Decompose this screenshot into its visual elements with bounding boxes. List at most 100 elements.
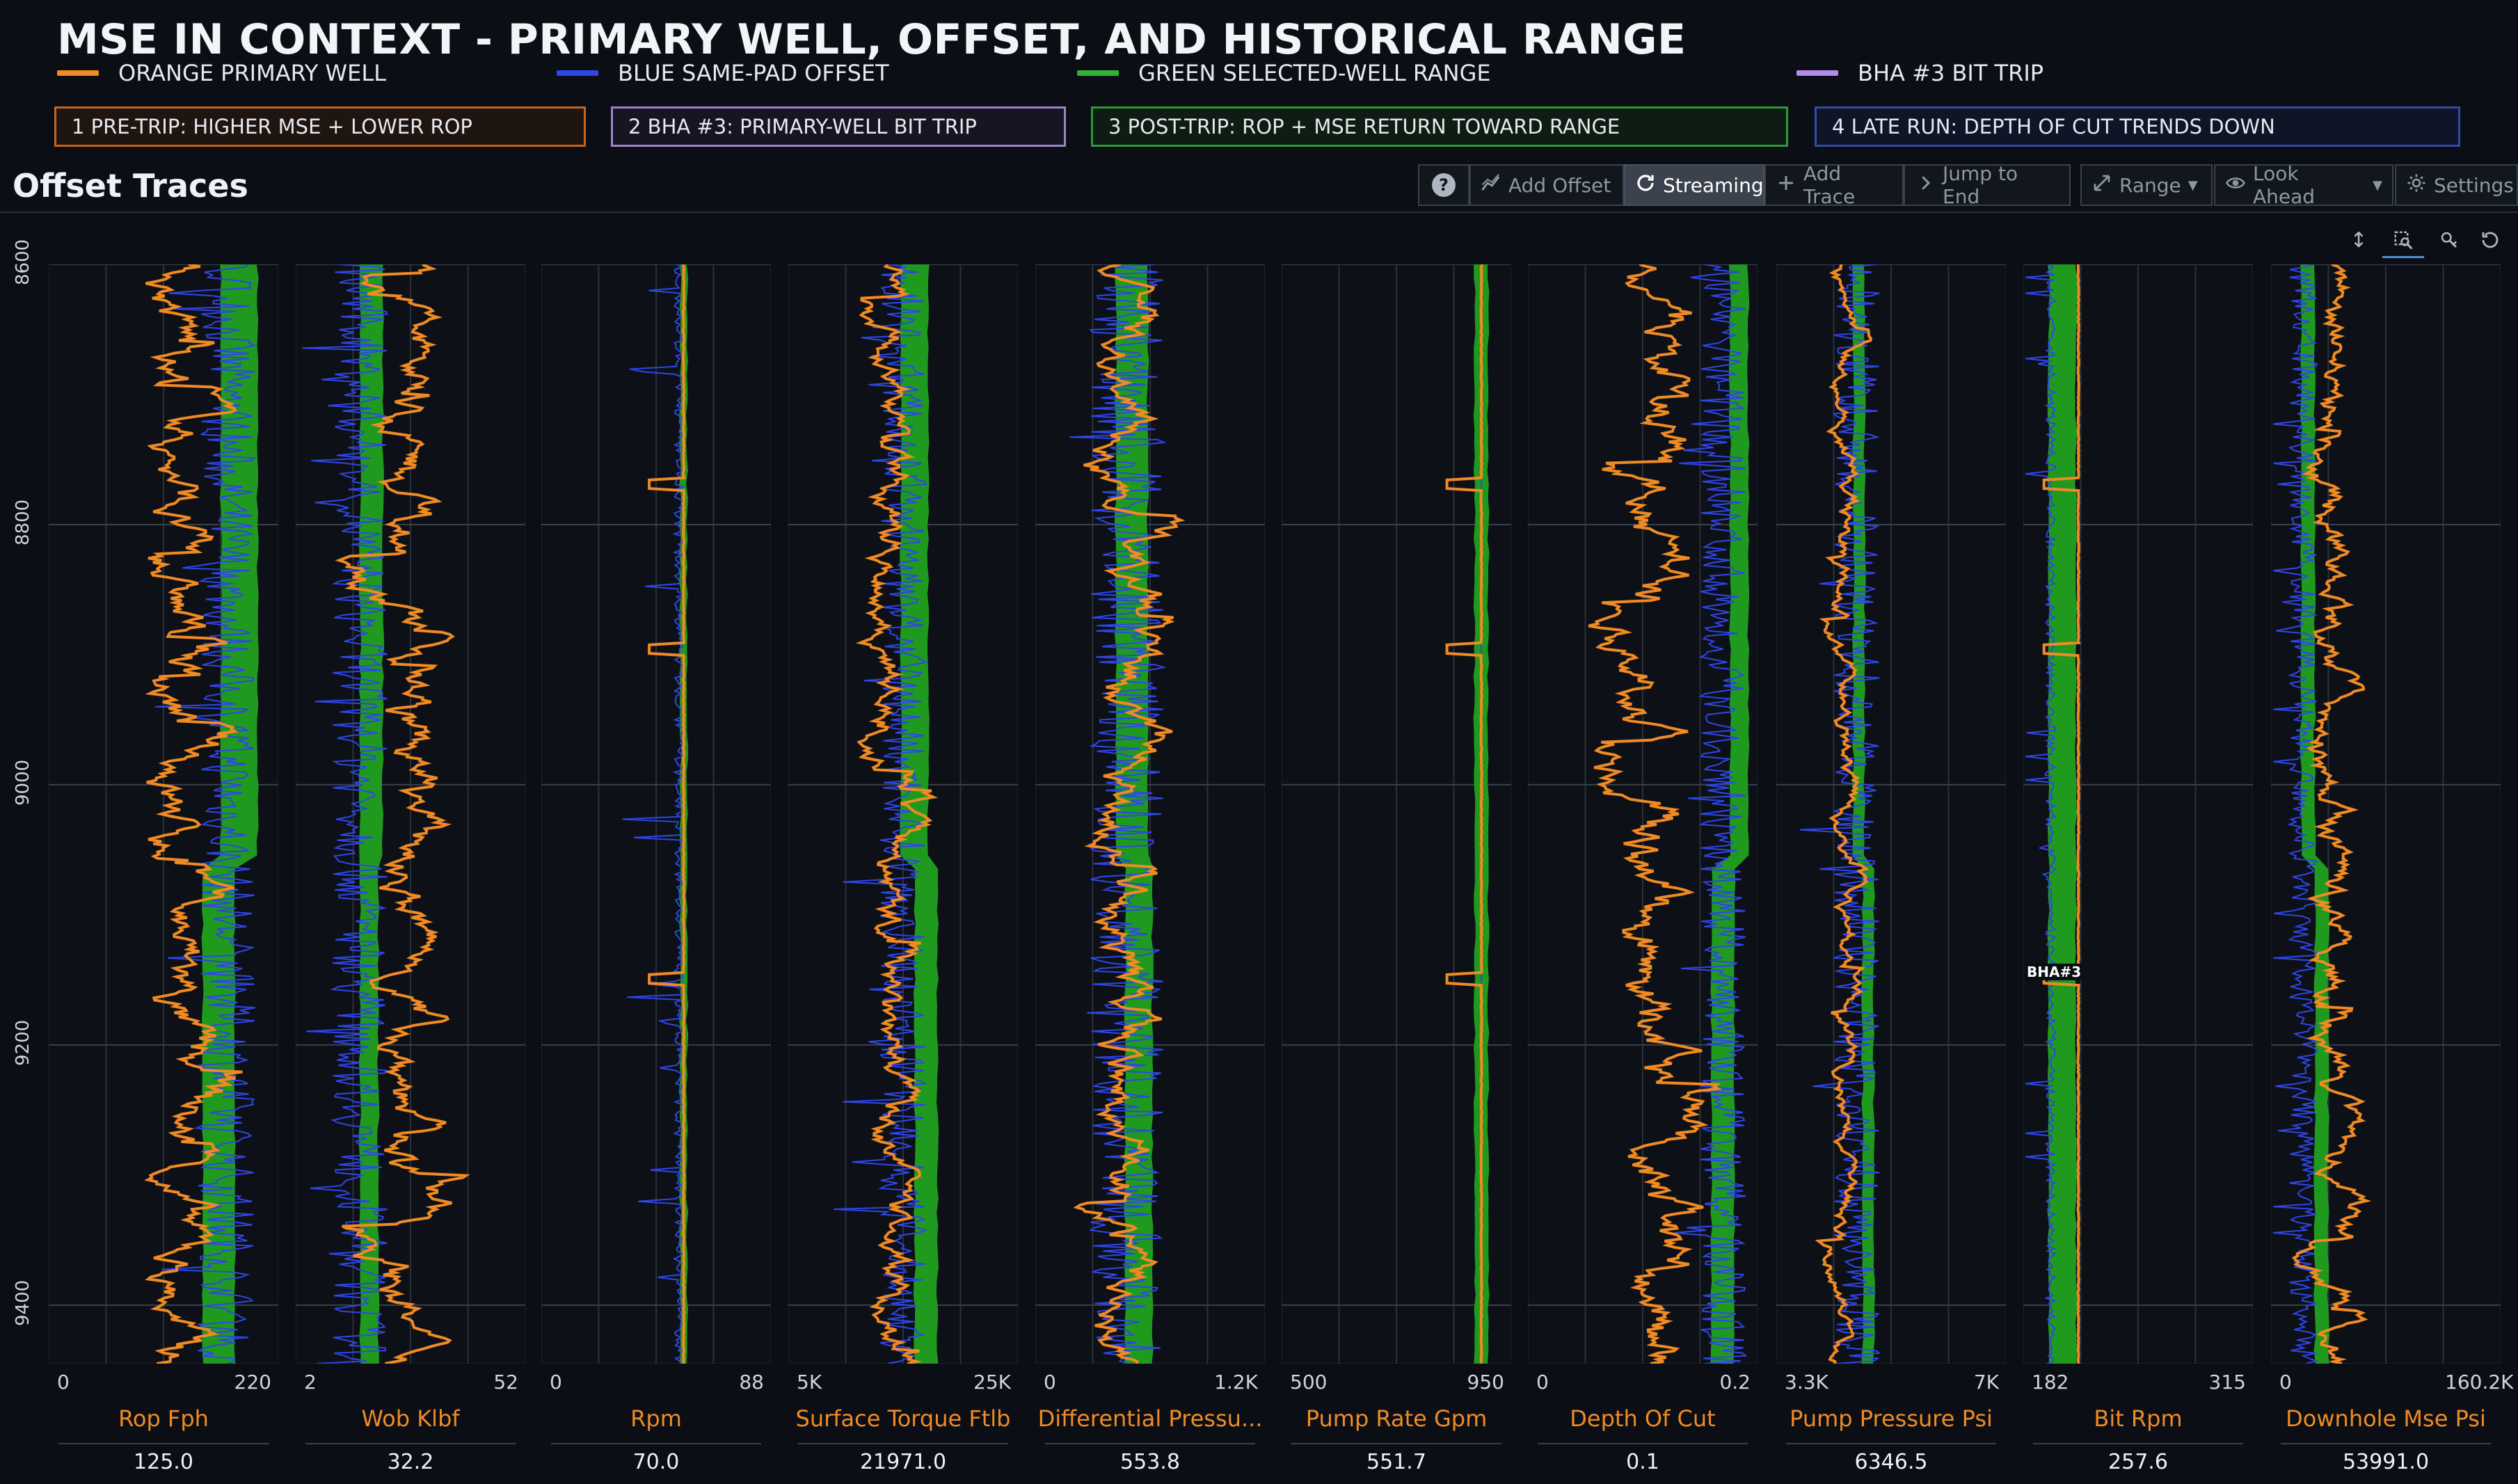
step-callouts: 1 PRE-TRIP: HIGHER MSE + LOWER ROP 2 BHA… — [0, 106, 2518, 148]
trace-plot[interactable] — [1776, 264, 2006, 1364]
track-underline — [305, 1443, 516, 1444]
trace-track[interactable] — [49, 264, 278, 1364]
depth-tick-label: 9400 — [13, 1279, 33, 1326]
track-label[interactable]: Pump Pressure Psi — [1776, 1405, 2006, 1432]
add-offset-label: Add Offset — [1508, 173, 1611, 197]
trace-track[interactable] — [1035, 264, 1265, 1364]
scale-min: 0 — [550, 1371, 562, 1394]
trace-track[interactable] — [296, 264, 525, 1364]
track-underline — [1045, 1443, 1255, 1444]
settings-button[interactable]: Settings — [2395, 164, 2518, 206]
eye-icon — [2225, 173, 2246, 198]
scale-min: 500 — [1290, 1371, 1328, 1394]
scale-min: 0 — [1536, 1371, 1549, 1394]
caret-down-icon: ▼ — [2188, 177, 2198, 193]
trace-track[interactable] — [1282, 264, 1511, 1364]
legend-item-primary: ORANGE PRIMARY WELL — [57, 60, 386, 86]
chevron-right-icon — [1915, 173, 1936, 198]
scale-max: 7K — [1973, 1371, 1999, 1394]
track-underline — [551, 1443, 761, 1444]
track-current-value: 551.7 — [1366, 1450, 1426, 1474]
track-label[interactable]: Wob Klbf — [296, 1405, 525, 1432]
streaming-label: Streaming — [1663, 173, 1764, 197]
vertical-resize-icon[interactable]: ↕ — [2343, 224, 2374, 256]
track-label[interactable]: Pump Rate Gpm — [1282, 1405, 1511, 1432]
legend-item-offset: BLUE SAME-PAD OFFSET — [557, 60, 889, 86]
trace-track[interactable] — [541, 264, 771, 1364]
track-current-value: 70.0 — [632, 1450, 680, 1474]
scale-min: 3.3K — [1785, 1371, 1828, 1394]
zoom-region-icon[interactable] — [2382, 224, 2424, 258]
depth-axis: 8600 8800 9000 9200 9400 — [0, 239, 49, 1364]
trace-plot[interactable] — [1282, 264, 1511, 1364]
depth-tick-label: 8600 — [13, 239, 33, 285]
plus-icon — [1776, 173, 1796, 198]
legend-swatch-orange — [57, 70, 99, 76]
track-label[interactable]: Rpm — [541, 1405, 771, 1432]
legend-label: BHA #3 BIT TRIP — [1858, 60, 2044, 86]
track-label[interactable]: Differential Pressu... — [1035, 1405, 1265, 1432]
depth-tick-label: 9200 — [13, 1019, 33, 1066]
step-label: 3 POST-TRIP: ROP + MSE RETURN TOWARD RAN… — [1108, 115, 1620, 138]
legend: ORANGE PRIMARY WELL BLUE SAME-PAD OFFSET… — [0, 60, 2518, 88]
trace-plot[interactable] — [541, 264, 771, 1364]
track-current-value: 6346.5 — [1854, 1450, 1928, 1474]
step-3-callout: 3 POST-TRIP: ROP + MSE RETURN TOWARD RAN… — [1091, 106, 1788, 147]
help-button[interactable]: ? — [1418, 164, 1469, 206]
legend-item-bha: BHA #3 BIT TRIP — [1796, 60, 2043, 86]
help-icon: ? — [1432, 173, 1456, 197]
reset-icon[interactable] — [2473, 224, 2508, 256]
track-underline — [2033, 1443, 2243, 1444]
trace-track[interactable] — [1776, 264, 2006, 1364]
jump-to-end-button[interactable]: Jump to End — [1904, 162, 2071, 208]
add-trace-button[interactable]: Add Trace — [1764, 162, 1904, 208]
legend-label: ORANGE PRIMARY WELL — [118, 60, 387, 86]
trace-plot[interactable] — [2271, 264, 2501, 1364]
scale-max: 25K — [973, 1371, 1011, 1394]
track-underline — [798, 1443, 1008, 1444]
look-ahead-dropdown[interactable]: Look Ahead ▼ — [2214, 162, 2393, 208]
trace-track[interactable]: BHA#3 — [2023, 264, 2253, 1364]
step-2-callout: 2 BHA #3: PRIMARY-WELL BIT TRIP — [611, 106, 1066, 147]
track-area: 8600 8800 9000 9200 9400 BHA#3 — [0, 239, 2518, 1364]
step-label: 4 LATE RUN: DEPTH OF CUT TRENDS DOWN — [1832, 115, 2275, 138]
trace-track[interactable] — [2271, 264, 2501, 1364]
trace-plot[interactable] — [1035, 264, 1265, 1364]
step-4-callout: 4 LATE RUN: DEPTH OF CUT TRENDS DOWN — [1815, 106, 2460, 147]
track-current-value: 0.1 — [1626, 1450, 1659, 1474]
scale-max: 315 — [2208, 1371, 2246, 1394]
track-label[interactable]: Surface Torque Ftlb — [788, 1405, 1018, 1432]
track-label[interactable]: Rop Fph — [49, 1405, 278, 1432]
step-label: 1 PRE-TRIP: HIGHER MSE + LOWER ROP — [72, 115, 472, 138]
legend-label: GREEN SELECTED-WELL RANGE — [1138, 60, 1491, 86]
bha-trip-marker[interactable]: BHA#3 — [2025, 964, 2084, 981]
depth-tick-label: 9000 — [13, 759, 33, 806]
trace-plot[interactable] — [1528, 264, 1758, 1364]
scale-min: 182 — [2032, 1371, 2069, 1394]
refresh-icon — [1635, 173, 1656, 198]
section-title: Offset Traces — [13, 167, 248, 205]
pin-tool-icon[interactable] — [2428, 224, 2470, 256]
legend-item-range: GREEN SELECTED-WELL RANGE — [1077, 60, 1491, 86]
step-1-callout: 1 PRE-TRIP: HIGHER MSE + LOWER ROP — [54, 106, 586, 147]
trace-plot[interactable] — [2023, 264, 2253, 1364]
trace-track[interactable] — [1528, 264, 1758, 1364]
trace-plot[interactable] — [49, 264, 278, 1364]
gear-icon — [2406, 173, 2427, 198]
track-label[interactable]: Depth Of Cut — [1528, 1405, 1758, 1432]
look-ahead-label: Look Ahead — [2253, 162, 2316, 208]
legend-swatch-blue — [557, 70, 598, 76]
trace-track[interactable] — [788, 264, 1018, 1364]
add-offset-button[interactable]: Add Offset — [1469, 164, 1624, 206]
scale-min: 0 — [2279, 1371, 2292, 1394]
range-dropdown[interactable]: Range ▼ — [2080, 164, 2213, 206]
streaming-toggle[interactable]: Streaming — [1624, 164, 1764, 206]
chart-line-icon — [1481, 173, 1501, 198]
trace-plot[interactable] — [788, 264, 1018, 1364]
trace-plot[interactable] — [296, 264, 525, 1364]
track-label[interactable]: Downhole Mse Psi — [2271, 1405, 2501, 1432]
track-current-value: 53991.0 — [2342, 1450, 2430, 1474]
scale-max: 160.2K — [2445, 1371, 2514, 1394]
track-current-value: 125.0 — [134, 1450, 193, 1474]
track-label[interactable]: Bit Rpm — [2023, 1405, 2253, 1432]
